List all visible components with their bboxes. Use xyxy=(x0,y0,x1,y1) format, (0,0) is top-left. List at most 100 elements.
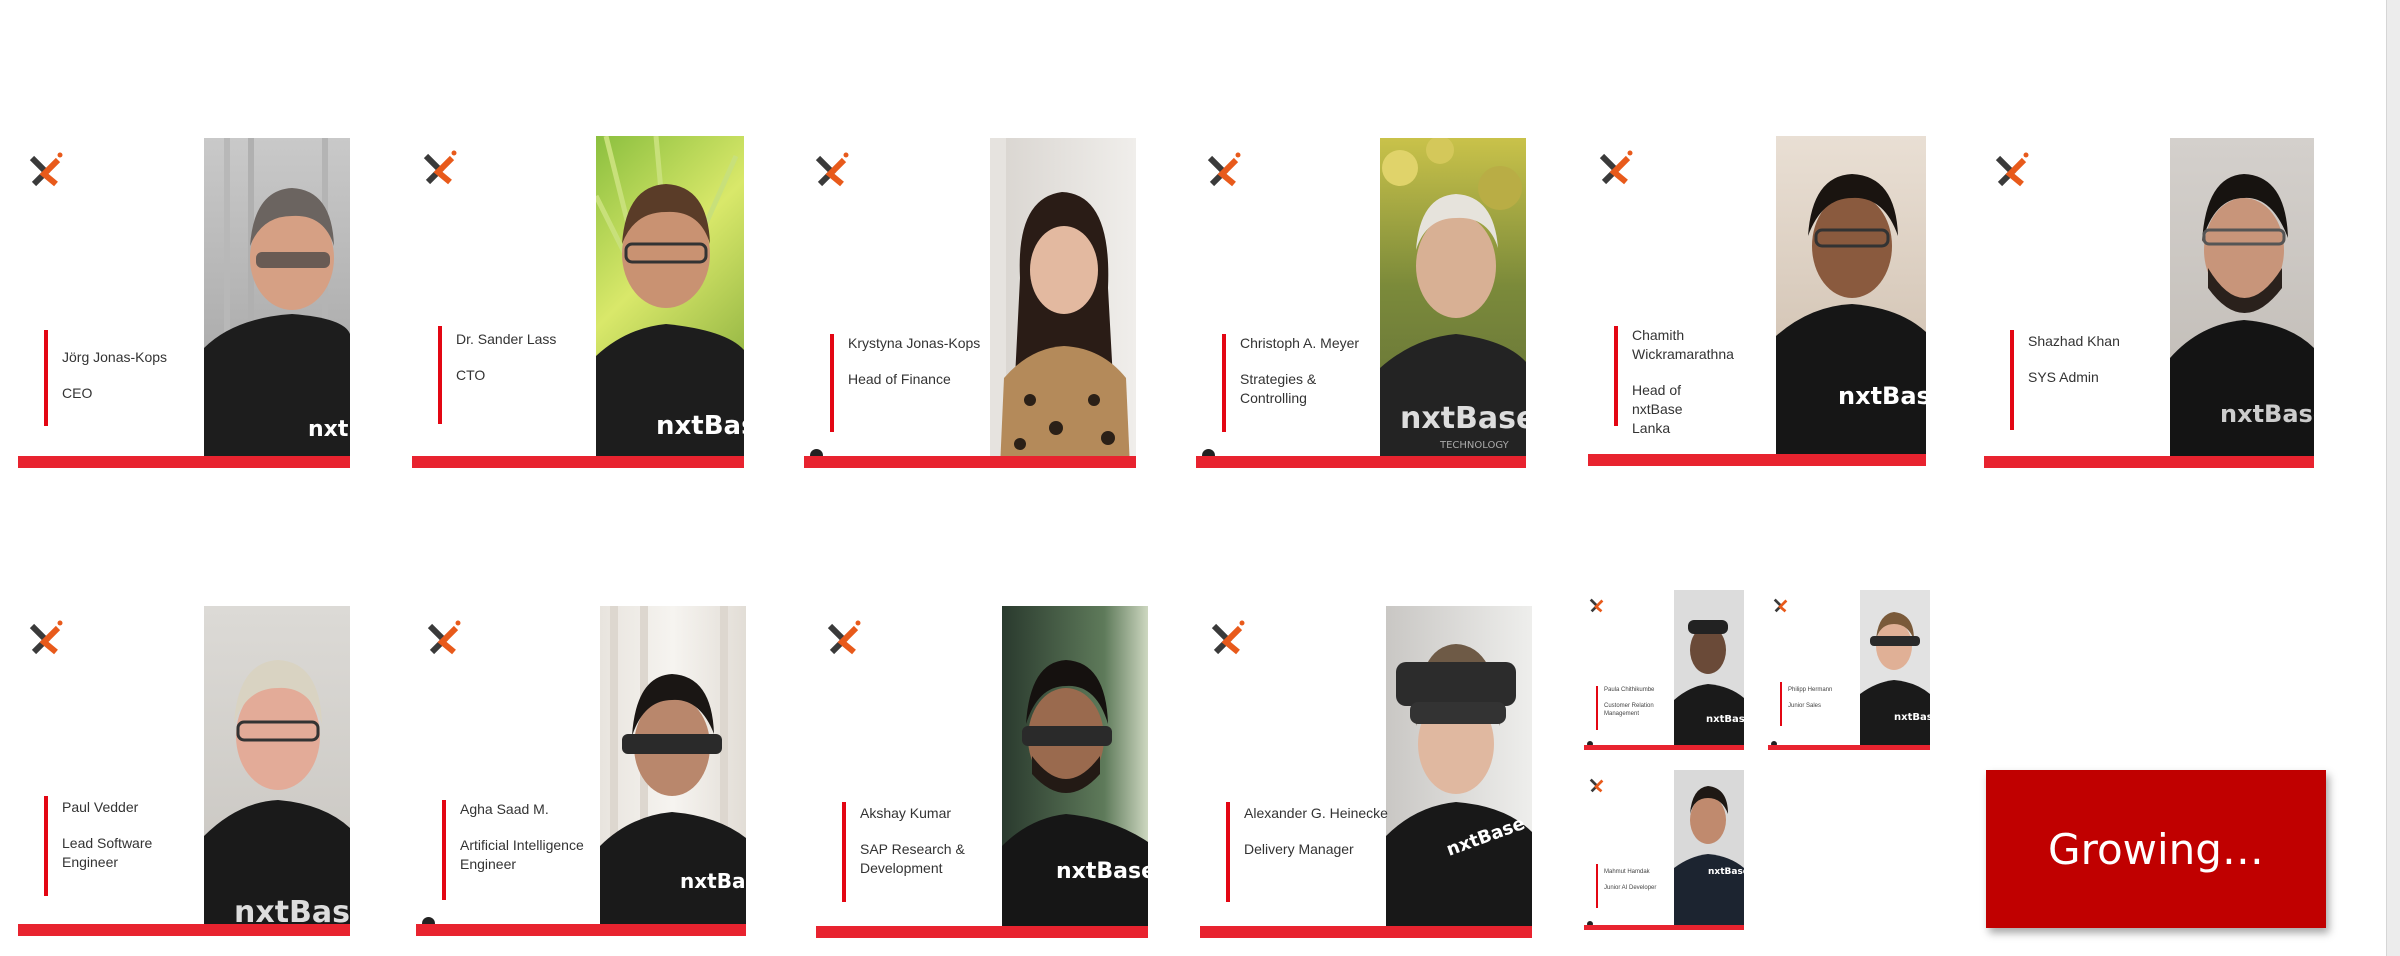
nxtbase-logo-icon xyxy=(1588,596,1606,619)
svg-text:TECHNOLOGY: TECHNOLOGY xyxy=(1439,440,1510,451)
accent-bar xyxy=(804,456,1136,468)
accent-line xyxy=(1780,682,1782,726)
accent-line xyxy=(438,326,442,424)
svg-text:nxtBase: nxtBase xyxy=(1056,859,1148,884)
member-title: Lead Software Engineer xyxy=(62,835,153,870)
svg-text:nxtBase: nxtBase xyxy=(656,411,744,441)
nxtbase-logo-icon xyxy=(824,618,864,663)
team-card[interactable]: nxtBase Akshay Kumar SAP Research & Deve… xyxy=(816,606,1148,938)
team-card[interactable]: nxtBase TECHNOLOGY Christoph A. Meyer St… xyxy=(1196,138,1526,468)
member-title: CEO xyxy=(62,385,93,401)
member-info: Paula Chithikumbe Customer Relation Mana… xyxy=(1604,686,1664,718)
nxtbase-logo-icon xyxy=(812,150,852,195)
portrait-photo: nxtBase xyxy=(204,606,350,936)
team-card[interactable]: nxtBase Dr. Sander Lass CTO xyxy=(412,136,744,468)
member-name: Paula Chithikumbe xyxy=(1604,687,1655,693)
team-card[interactable]: nxtBase Alexander G. Heinecke Delivery M… xyxy=(1200,606,1532,938)
accent-bar xyxy=(1584,925,1744,930)
member-title: Junior Sales xyxy=(1788,703,1822,709)
team-card[interactable]: nxtBase Paul Vedder Lead Software Engine… xyxy=(18,606,350,936)
portrait-photo xyxy=(990,138,1136,468)
svg-text:nxtBase: nxtBase xyxy=(1706,714,1744,725)
svg-text:nxtBase: nxtBase xyxy=(1708,867,1744,877)
accent-bar xyxy=(1196,456,1526,468)
member-title: Strategies & Controlling xyxy=(1240,371,1317,406)
member-title: SYS Admin xyxy=(2028,369,2099,385)
member-name: Paul Vedder xyxy=(62,799,139,815)
slide-canvas: nxtB Jörg Jonas-Kops CEO nxtBase xyxy=(0,0,2386,956)
team-card-small[interactable]: nxtBase Philipp Hermann Junior Sales xyxy=(1768,590,1930,750)
member-name: Philipp Hermann xyxy=(1788,687,1833,693)
nxtbase-logo-icon xyxy=(1588,776,1606,799)
accent-bar xyxy=(1200,926,1532,938)
accent-line xyxy=(44,330,48,426)
portrait-photo: nxtBase xyxy=(1776,136,1926,466)
nxtbase-logo-icon xyxy=(1204,150,1244,195)
member-title: Head of nxtBase Lanka xyxy=(1632,382,1683,436)
svg-text:nxtBase: nxtBase xyxy=(2220,400,2314,428)
member-name: Christoph A. Meyer xyxy=(1240,335,1360,351)
team-card[interactable]: nxtBase Agha Saad M. Artificial Intellig… xyxy=(416,606,746,936)
portrait-photo: nxtB xyxy=(204,138,350,468)
nxtbase-logo-icon xyxy=(420,148,460,193)
accent-bar xyxy=(816,926,1148,938)
team-card[interactable]: Krystyna Jonas-Kops Head of Finance xyxy=(804,138,1136,468)
portrait-photo: nxtBase xyxy=(1860,590,1930,750)
member-info: Akshay Kumar SAP Research & Development xyxy=(860,804,970,878)
member-name: Jörg Jonas-Kops xyxy=(62,349,168,365)
nxtbase-logo-icon xyxy=(1772,596,1790,619)
member-title: Junior AI Developer xyxy=(1604,885,1657,891)
member-name: Mahmut Hamdak xyxy=(1604,869,1650,875)
member-name: Dr. Sander Lass xyxy=(456,331,557,347)
member-name: Alexander G. Heinecke xyxy=(1244,805,1388,821)
svg-text:nxtBase: nxtBase xyxy=(1400,401,1526,436)
portrait-photo: nxtBase xyxy=(1386,606,1532,938)
portrait-photo: nxtBase xyxy=(1674,770,1744,930)
accent-bar xyxy=(1584,745,1744,750)
accent-line xyxy=(1596,686,1598,730)
team-card[interactable]: nxtBase Chamith Wickramarathna Head of n… xyxy=(1588,136,1926,466)
svg-text:nxtBase: nxtBase xyxy=(680,869,746,893)
accent-line xyxy=(44,796,48,896)
member-info: Jörg Jonas-Kops CEO xyxy=(62,348,167,403)
member-info: Alexander G. Heinecke Delivery Manager xyxy=(1244,804,1388,859)
nxtbase-logo-icon xyxy=(1992,150,2032,195)
portrait-photo: nxtBase xyxy=(1674,590,1744,750)
team-card-small[interactable]: nxtBase Paula Chithikumbe Customer Relat… xyxy=(1584,590,1744,750)
team-card[interactable]: nxtB Jörg Jonas-Kops CEO xyxy=(18,138,350,468)
right-scrollbar-area[interactable] xyxy=(2386,0,2400,956)
growing-label: Growing… xyxy=(2048,824,2264,874)
portrait-photo: nxtBase xyxy=(600,606,746,936)
accent-bar xyxy=(1984,456,2314,468)
accent-bar xyxy=(18,456,350,468)
member-name: Chamith Wickramarathna xyxy=(1632,327,1734,362)
member-title: Delivery Manager xyxy=(1244,841,1354,857)
member-info: Mahmut Hamdak Junior AI Developer xyxy=(1604,868,1656,892)
member-name: Shazhad Khan xyxy=(2028,333,2120,349)
accent-line xyxy=(842,802,846,902)
nxtbase-logo-icon xyxy=(424,618,464,663)
accent-bar xyxy=(416,924,746,936)
member-name: Krystyna Jonas-Kops xyxy=(848,335,981,351)
accent-line xyxy=(830,334,834,432)
member-title: Head of Finance xyxy=(848,371,951,387)
svg-text:nxtB: nxtB xyxy=(308,417,350,442)
member-info: Shazhad Khan SYS Admin xyxy=(2028,332,2120,387)
member-name: Agha Saad M. xyxy=(460,801,549,817)
accent-line xyxy=(1226,802,1230,902)
nxtbase-logo-icon xyxy=(1208,618,1248,663)
team-card[interactable]: nxtBase Shazhad Khan SYS Admin xyxy=(1984,138,2314,468)
accent-line xyxy=(1596,864,1598,908)
accent-bar xyxy=(412,456,744,468)
portrait-photo: nxtBase xyxy=(596,136,744,468)
svg-text:nxtBase: nxtBase xyxy=(1838,382,1926,410)
portrait-photo: nxtBase TECHNOLOGY xyxy=(1380,138,1526,468)
member-info: Paul Vedder Lead Software Engineer xyxy=(62,798,162,872)
member-title: Customer Relation Management xyxy=(1604,703,1654,717)
nxtbase-logo-icon xyxy=(26,150,66,195)
portrait-photo: nxtBase xyxy=(1002,606,1148,938)
portrait-photo: nxtBase xyxy=(2170,138,2314,468)
accent-bar xyxy=(18,924,350,936)
team-card-small[interactable]: nxtBase Mahmut Hamdak Junior AI Develope… xyxy=(1584,770,1744,930)
member-info: Dr. Sander Lass CTO xyxy=(456,330,556,385)
